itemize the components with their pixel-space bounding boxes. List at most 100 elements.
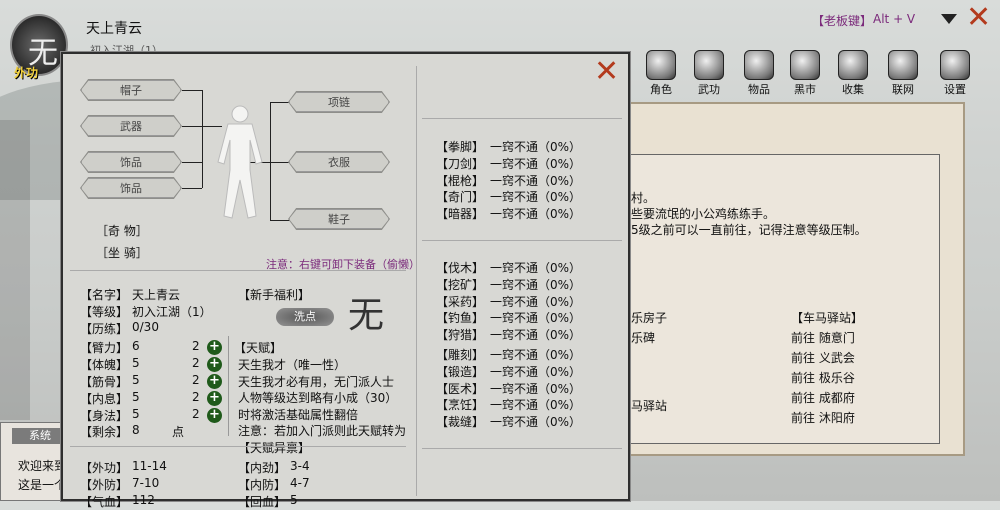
equip-slot-hat[interactable]: 帽子 [81, 80, 181, 100]
treasure-slot[interactable]: ［奇 物］ [96, 222, 148, 239]
toolbar-label: 角色 [650, 83, 672, 96]
system-line: 这是一个 [18, 478, 67, 492]
stat-value: 5 [132, 407, 140, 421]
location-link[interactable]: 乐房子 [631, 309, 667, 326]
level-value: 初入江湖（1） [132, 305, 212, 319]
skill-label: 【拳脚】 [436, 140, 485, 154]
stat-value: 5 [132, 373, 140, 387]
divider [70, 446, 406, 447]
travel-link[interactable]: 前往 极乐谷 [791, 369, 855, 386]
skill-label: 【裁缝】 [436, 415, 485, 430]
stat-label: 【筋骨】 [80, 375, 129, 389]
name-value: 天上青云 [132, 288, 181, 302]
system-tab[interactable]: 系统 [12, 428, 68, 444]
skill-label: 【刀剑】 [436, 156, 485, 171]
level-label: 【等级】 [80, 305, 129, 319]
name-label: 【名字】 [80, 288, 129, 302]
talent-line: 天生我才必有用，无门派人士 [238, 374, 395, 389]
system-line: 欢迎来到 [18, 459, 67, 473]
boss-key-value: Alt + V [873, 12, 916, 26]
skill-value: 一窍不通（0%） [490, 415, 582, 430]
dropdown-triangle-icon[interactable] [941, 14, 957, 24]
combat-label: 【外防】 [80, 478, 129, 492]
stat-points: 2 [192, 356, 200, 370]
plus-icon[interactable]: + [207, 374, 222, 389]
toolbar-button-5[interactable]: 收集 [834, 50, 872, 97]
skill-label: 【奇门】 [436, 190, 485, 205]
equip-slot-accessory[interactable]: 饰品 [81, 178, 181, 198]
stat-value: 6 [132, 339, 140, 353]
remaining-unit: 点 [172, 425, 185, 439]
plus-icon[interactable]: + [207, 408, 222, 423]
toolbar-button-4[interactable]: 黑市 [786, 50, 824, 97]
skill-value: 一窍不通（0%） [490, 156, 582, 171]
toolbar-label: 联网 [892, 83, 914, 96]
newbie-perk-label: 【新手福利】 [238, 288, 311, 302]
skill-value: 一窍不通（0%） [490, 173, 582, 188]
location-desc-line: 5级之前可以一直前往，记得注意等级压制。 [631, 223, 867, 237]
divider [422, 448, 622, 449]
location-link[interactable]: 马驿站 [631, 397, 667, 414]
stat-points: 2 [192, 390, 200, 404]
toolbar-label: 设置 [944, 83, 966, 96]
combat-label: 【外功】 [80, 461, 129, 475]
skill-label: 【狩猎】 [436, 328, 485, 343]
equip-slot-necklace[interactable]: 项链 [289, 92, 389, 112]
toolbar-button-7[interactable]: 设置 [936, 50, 974, 97]
plus-icon[interactable]: + [207, 357, 222, 372]
station-header: 【车马驿站】 [791, 311, 864, 325]
equip-slot-clothes[interactable]: 衣服 [289, 152, 389, 172]
toolbar-label: 收集 [842, 83, 864, 96]
skill-value: 一窍不通（0%） [490, 328, 582, 343]
toolbar-button-1[interactable]: 角色 [642, 50, 680, 97]
equip-slot-shoes[interactable]: 鞋子 [289, 209, 389, 229]
panel-divider [416, 66, 417, 496]
toolbar-button-3[interactable]: 物品 [740, 50, 778, 97]
player-name: 天上青云 [86, 21, 142, 37]
travel-link[interactable]: 前往 义武会 [791, 349, 855, 366]
skill-label: 【雕刻】 [436, 348, 485, 362]
combat-label: 【内防】 [238, 478, 287, 492]
toolbar-label: 黑市 [794, 83, 816, 96]
skill-label: 【采药】 [436, 294, 485, 309]
perk-emblem: 无 [348, 295, 385, 336]
wash-points-button[interactable]: 洗点 [276, 308, 334, 326]
martial-arts-icon [694, 50, 724, 80]
stat-label: 【内息】 [80, 392, 129, 406]
toolbar-button-2[interactable]: 武功 [690, 50, 728, 97]
skill-label: 【钓鱼】 [436, 311, 485, 326]
travel-link[interactable]: 前往 成都府 [791, 389, 855, 406]
skill-value: 一窍不通（0%） [490, 398, 582, 413]
equip-slot-accessory[interactable]: 饰品 [81, 152, 181, 172]
stat-value: 5 [132, 356, 140, 370]
character-icon [646, 50, 676, 80]
combat-value: 7-10 [132, 476, 160, 490]
stat-label: 【体魄】 [80, 358, 129, 372]
combat-value: 4-7 [290, 476, 310, 490]
talent-line: 人物等级达到略有小成（30） [238, 391, 398, 405]
panel-close-icon[interactable]: ✕ [594, 54, 619, 89]
plus-icon[interactable]: + [207, 340, 222, 355]
plus-icon[interactable]: + [207, 391, 222, 406]
travel-link[interactable]: 前往 沐阳府 [791, 409, 855, 426]
travel-link[interactable]: 前往 随意门 [791, 329, 855, 346]
skill-value: 一窍不通（0%） [490, 190, 582, 205]
location-link[interactable]: 乐碑 [631, 329, 655, 346]
combat-value: 11-14 [132, 459, 167, 473]
skill-value: 一窍不通（0%） [490, 294, 582, 309]
location-desc-line: 村。 [631, 191, 656, 205]
character-silhouette [217, 105, 263, 219]
skill-label: 【医术】 [436, 381, 485, 396]
skill-label: 【锻造】 [436, 364, 485, 379]
toolbar-label: 武功 [698, 83, 720, 96]
combat-value: 5 [290, 493, 298, 507]
toolbar-button-6[interactable]: 联网 [884, 50, 922, 97]
remaining-value: 8 [132, 423, 140, 437]
close-icon[interactable]: ✕ [966, 0, 991, 35]
skill-label: 【挖矿】 [436, 277, 485, 292]
mount-slot[interactable]: ［坐 骑］ [96, 244, 148, 261]
equip-slot-weapon[interactable]: 武器 [81, 116, 181, 136]
stat-label: 【臂力】 [80, 341, 129, 355]
stat-value: 5 [132, 390, 140, 404]
talent-line: 天生我才（唯一性） [238, 358, 347, 372]
